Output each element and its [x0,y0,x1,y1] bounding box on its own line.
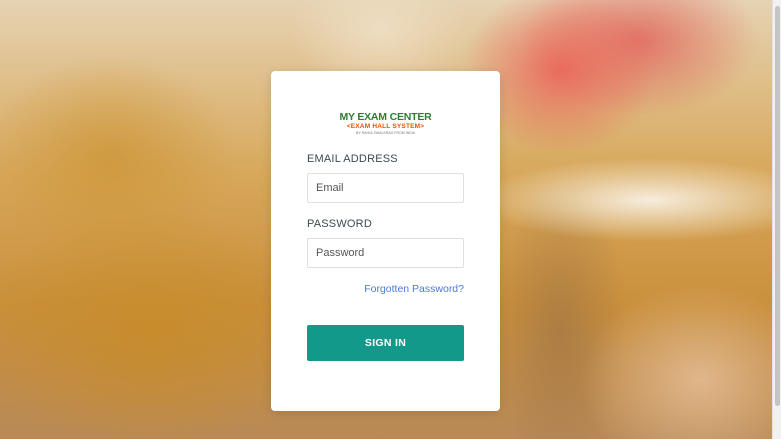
scrollbar[interactable] [772,0,781,439]
sign-in-button[interactable]: SIGN IN [307,325,464,361]
email-label: EMAIL ADDRESS [307,153,398,165]
logo-title: MY EXAM CENTER [339,111,432,123]
login-card: MY EXAM CENTER <EXAM HALL SYSTEM> BY RAH… [271,71,500,411]
password-label: PASSWORD [307,218,372,230]
password-field[interactable] [307,238,464,268]
forgot-password-link[interactable]: Forgotten Password? [364,283,464,295]
logo-subtitle: <EXAM HALL SYSTEM> [346,123,425,130]
email-field[interactable] [307,173,464,203]
scrollbar-thumb[interactable] [775,6,780,406]
logo-tagline: BY RAHUL BHALERAO FROM INDIA [356,131,415,135]
logo: MY EXAM CENTER <EXAM HALL SYSTEM> BY RAH… [271,111,500,139]
